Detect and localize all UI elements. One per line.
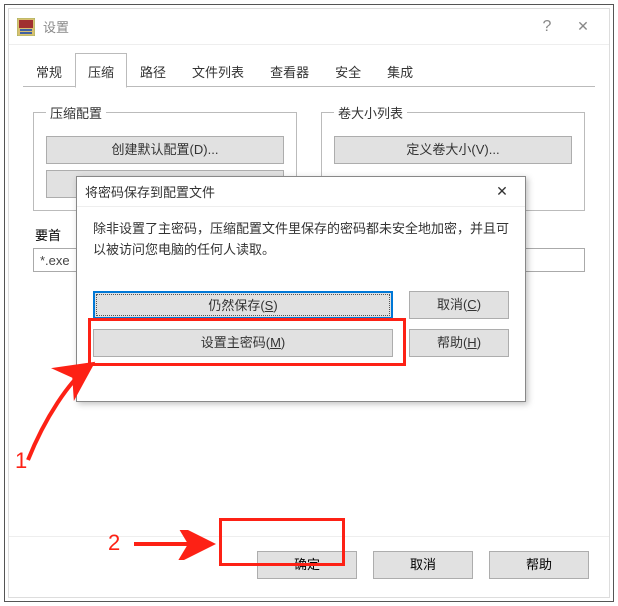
- close-icon[interactable]: ✕: [565, 18, 601, 35]
- app-icon: [17, 18, 35, 36]
- tab-integration[interactable]: 集成: [374, 55, 426, 88]
- dialog-buttons: 确定 取消 帮助: [9, 536, 609, 597]
- tab-filelist[interactable]: 文件列表: [179, 55, 257, 88]
- save-password-dialog: 将密码保存到配置文件 ✕ 除非设置了主密码，压缩配置文件里保存的密码都未安全地加…: [76, 176, 526, 402]
- cancel-button[interactable]: 取消: [373, 551, 473, 579]
- define-volume-size-button[interactable]: 定义卷大小(V)...: [334, 136, 572, 164]
- modal-cancel-label: 取消(C): [437, 297, 481, 312]
- modal-title-bar: 将密码保存到配置文件 ✕: [77, 177, 525, 207]
- modal-message: 除非设置了主密码，压缩配置文件里保存的密码都未安全地加密，并且可以被访问您电脑的…: [93, 219, 509, 261]
- still-save-button[interactable]: 仍然保存(S): [93, 291, 393, 319]
- modal-body: 除非设置了主密码，压缩配置文件里保存的密码都未安全地加密，并且可以被访问您电脑的…: [77, 207, 525, 401]
- tab-path[interactable]: 路径: [127, 55, 179, 88]
- title-bar: 设置 ? ✕: [9, 9, 609, 45]
- ok-button[interactable]: 确定: [257, 551, 357, 579]
- tab-security[interactable]: 安全: [322, 55, 374, 88]
- help-button[interactable]: 帮助: [489, 551, 589, 579]
- modal-help-button[interactable]: 帮助(H): [409, 329, 509, 357]
- modal-title: 将密码保存到配置文件: [85, 182, 487, 201]
- still-save-label: 仍然保存(S): [208, 298, 277, 313]
- help-icon[interactable]: ?: [529, 18, 565, 36]
- modal-cancel-button[interactable]: 取消(C): [409, 291, 509, 319]
- tab-general[interactable]: 常规: [23, 55, 75, 88]
- modal-help-label: 帮助(H): [437, 335, 481, 350]
- set-master-password-button[interactable]: 设置主密码(M): [93, 329, 393, 357]
- set-master-password-label: 设置主密码(M): [201, 335, 286, 350]
- compression-config-legend: 压缩配置: [46, 103, 106, 122]
- volume-size-legend: 卷大小列表: [334, 103, 407, 122]
- create-default-config-button[interactable]: 创建默认配置(D)...: [46, 136, 284, 164]
- tab-viewer[interactable]: 查看器: [257, 55, 322, 88]
- tab-strip: 常规 压缩 路径 文件列表 查看器 安全 集成: [9, 45, 609, 87]
- tab-compression[interactable]: 压缩: [75, 53, 127, 88]
- modal-close-icon[interactable]: ✕: [487, 183, 517, 200]
- window-title: 设置: [43, 17, 529, 36]
